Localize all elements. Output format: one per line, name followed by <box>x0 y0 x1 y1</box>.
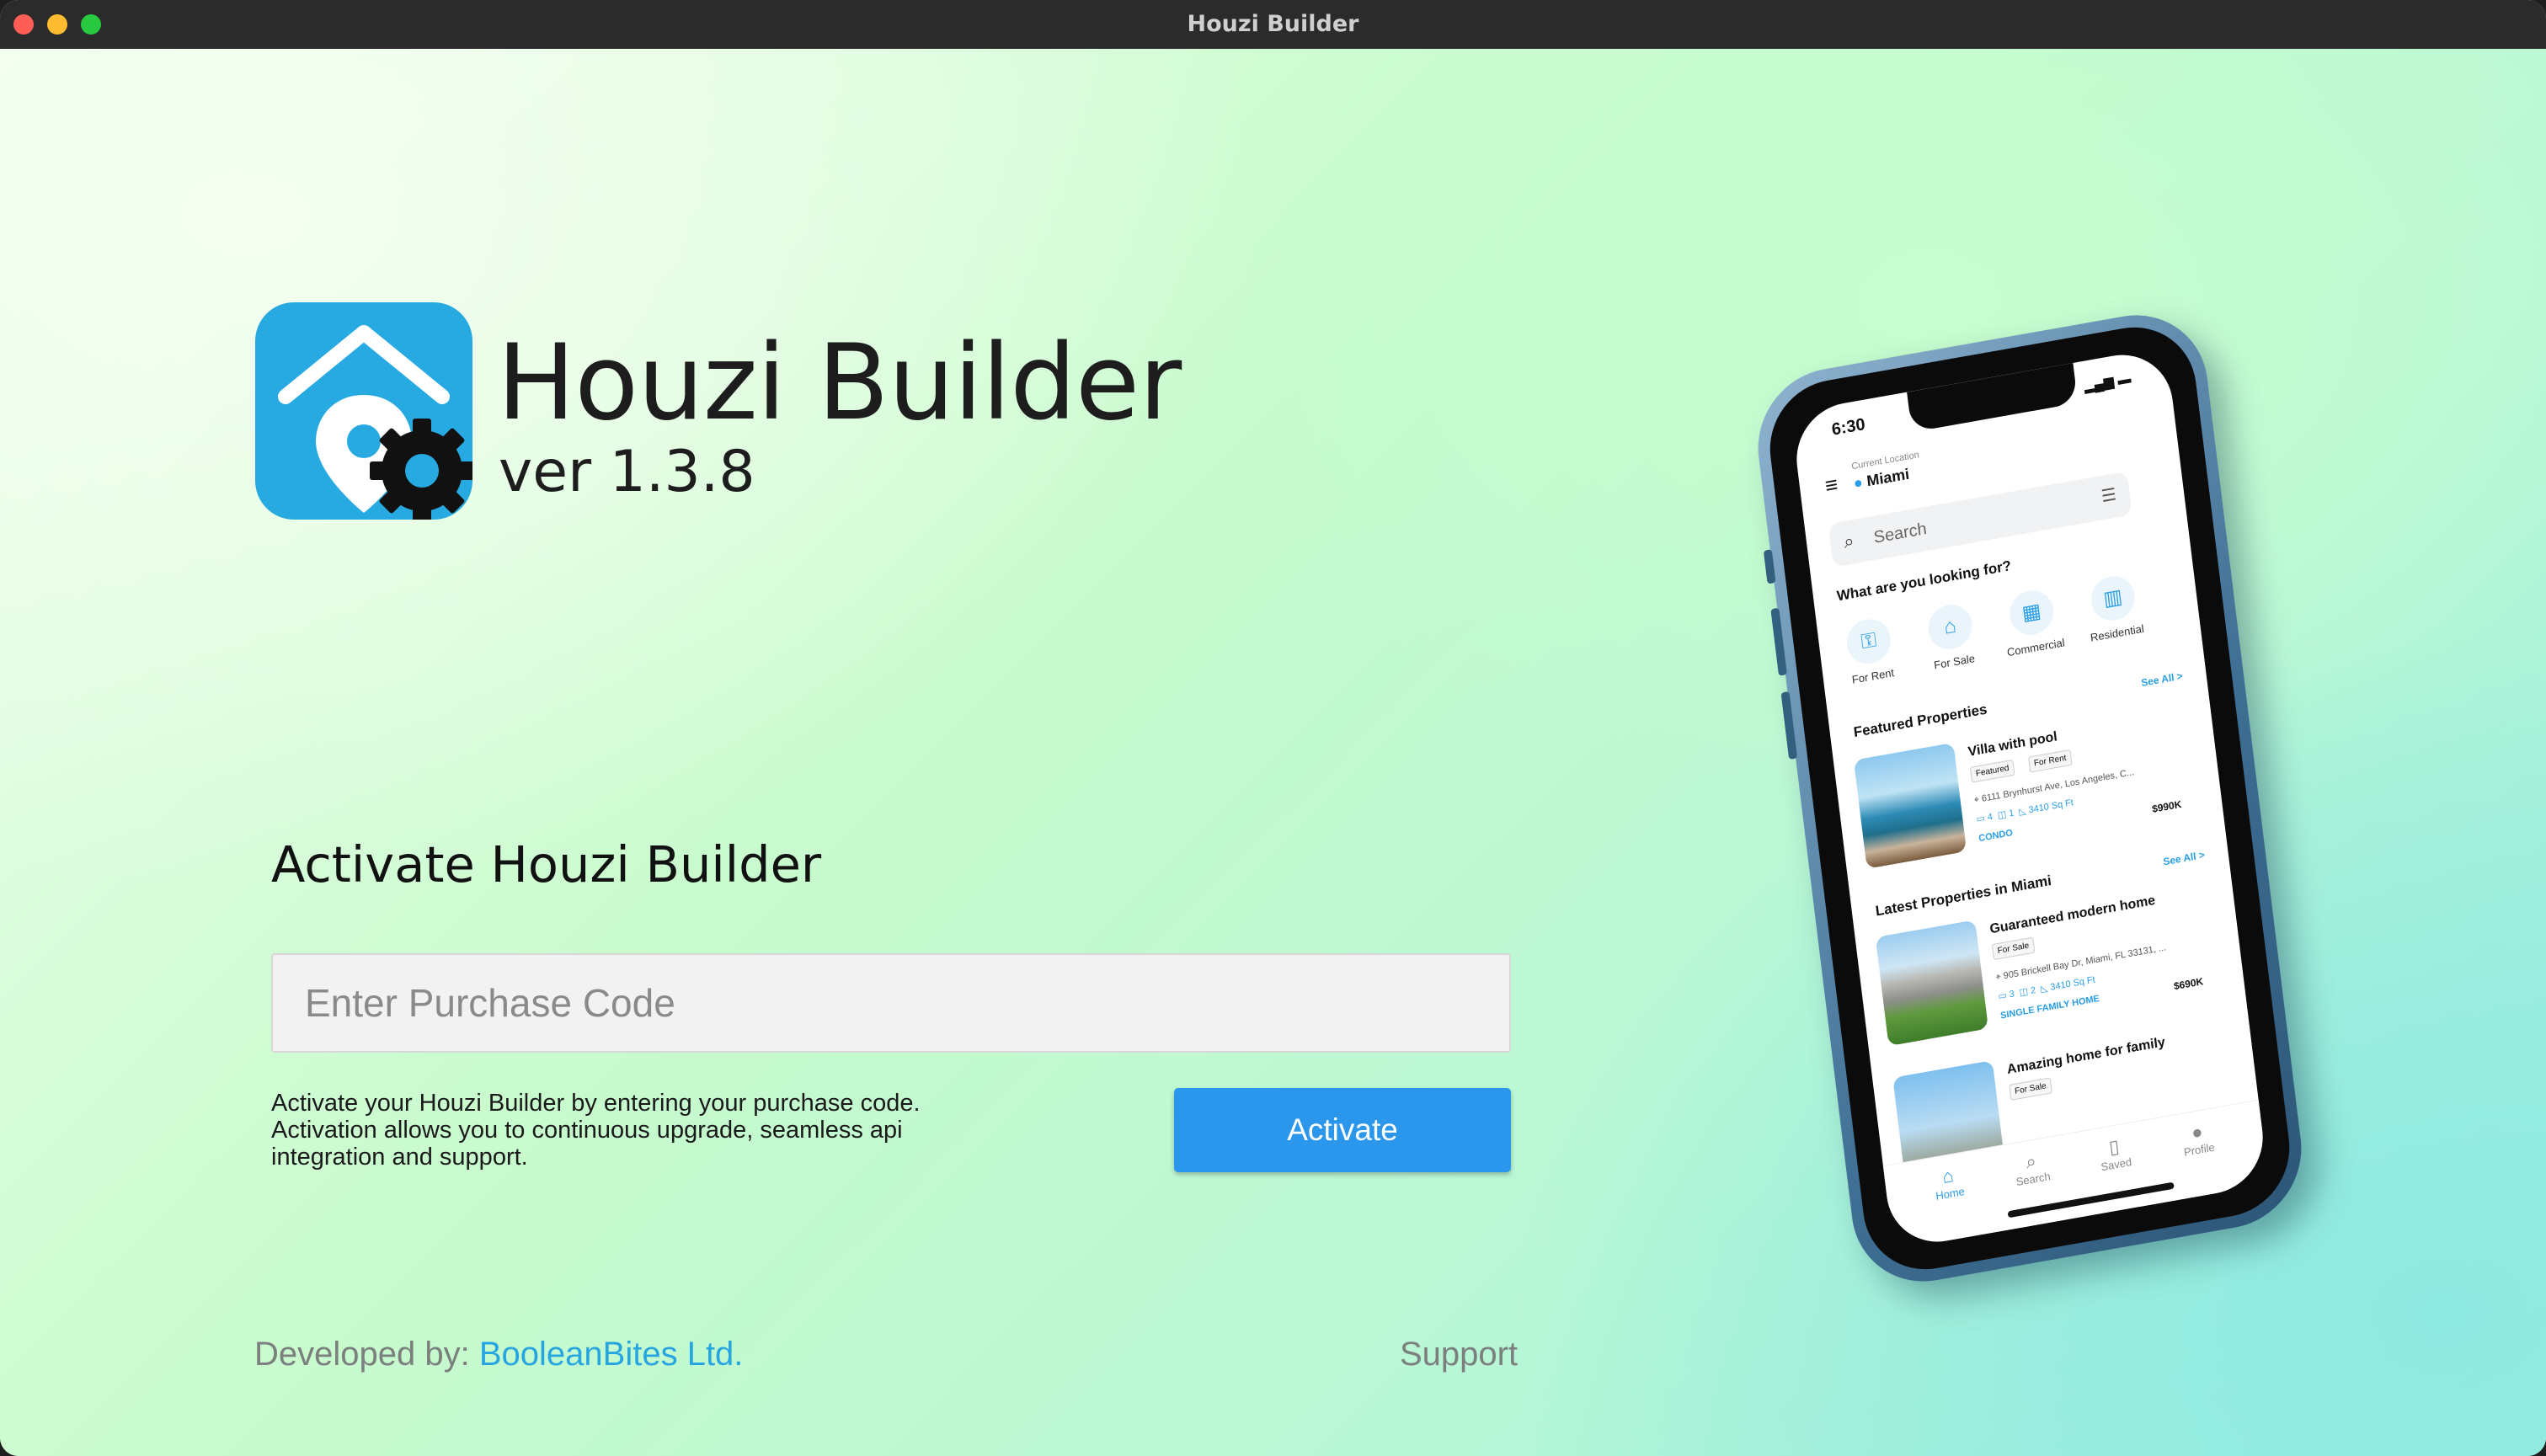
phone-screen: 6:30 ▂▄▆ ▬ ≡ Current Location ● Miami ⌕ … <box>1791 346 2269 1251</box>
property-tag: Featured <box>1969 759 2015 783</box>
signal-battery-icon: ▂▄▆ ▬ <box>2083 371 2132 394</box>
house-location-gear-icon <box>255 302 472 520</box>
baths-count: 2 <box>2030 984 2036 996</box>
bed-icon: ▭ <box>1975 813 1986 825</box>
area-icon: ◺ <box>2040 983 2049 995</box>
area-value: 3410 Sq Ft <box>2049 974 2096 993</box>
developer-credit: Developed by: BooleanBites Ltd. <box>254 1336 743 1373</box>
property-image <box>1875 920 1988 1047</box>
category-label: Commercial <box>2006 636 2066 659</box>
category-residential: ▥ Residential <box>2073 570 2155 646</box>
property-tag: For Sale <box>1991 936 2036 961</box>
featured-title: Featured Properties <box>1852 701 1988 741</box>
house-icon: ⌂ <box>1925 601 1975 653</box>
store-icon: ▦ <box>2007 587 2056 638</box>
activation-title: Activate Houzi Builder <box>271 835 822 893</box>
phone-bezel: 6:30 ▂▄▆ ▬ ≡ Current Location ● Miami ⌕ … <box>1762 317 2298 1280</box>
developer-link[interactable]: BooleanBites Ltd. <box>479 1336 744 1373</box>
property-price: $690K <box>2173 975 2204 993</box>
phone-time: 6:30 <box>1830 414 1866 440</box>
location-name: Miami <box>1865 465 1911 490</box>
property-title: Guaranteed modern home <box>1988 893 2157 937</box>
hamburger-menu-icon: ≡ <box>1823 471 1839 499</box>
phone-side-button <box>1763 549 1776 584</box>
tab-saved: ▯ Saved <box>2075 1130 2154 1177</box>
bath-icon: ◫ <box>1997 809 2007 821</box>
pin-icon: ⌖ <box>1973 794 1980 806</box>
beds-count: 4 <box>1987 812 1994 823</box>
tab-search: ⌕ Search <box>1993 1144 2072 1192</box>
developed-by-label: Developed by: <box>254 1336 470 1373</box>
phone-notch <box>1907 362 2079 433</box>
search-icon: ⌕ <box>1842 530 1855 553</box>
tab-profile: ● Profile <box>2159 1115 2238 1162</box>
bed-icon: ▭ <box>1997 990 2008 1002</box>
bath-icon: ◫ <box>2019 986 2029 999</box>
property-tag: For Sale <box>2009 1077 2052 1101</box>
phone-side-button <box>1770 607 1787 676</box>
phone-side-button <box>1780 691 1798 760</box>
property-tag: For Rent <box>2027 749 2073 773</box>
support-link[interactable]: Support <box>1400 1336 1518 1373</box>
phone-preview: 6:30 ▂▄▆ ▬ ≡ Current Location ● Miami ⌕ … <box>1749 303 2310 1293</box>
app-window: Houzi Builder Houzi Builder ver 1.3.8 Ac… <box>0 0 2546 1456</box>
property-title: Amazing home for family <box>2006 1035 2166 1078</box>
category-commercial: ▦ Commercial <box>1992 584 2074 660</box>
category-label: For Sale <box>1933 652 1976 672</box>
area-value: 3410 Sq Ft <box>2027 797 2074 816</box>
baths-count: 1 <box>2008 808 2015 819</box>
home-indicator <box>2007 1181 2175 1219</box>
main-content: Houzi Builder ver 1.3.8 Activate Houzi B… <box>0 49 2546 1456</box>
building-icon: ▥ <box>2088 573 2138 624</box>
activate-button[interactable]: Activate <box>1174 1088 1511 1172</box>
category-for-rent: ⚿ For Rent <box>1828 613 1911 689</box>
activation-description: Activate your Houzi Builder by entering … <box>271 1090 921 1171</box>
property-price: $990K <box>2151 797 2183 815</box>
title-bar: Houzi Builder <box>0 0 2546 50</box>
pin-icon: ● <box>1852 473 1864 493</box>
app-version: ver 1.3.8 <box>499 439 755 505</box>
pin-icon: ⌖ <box>1994 971 2002 983</box>
beds-count: 3 <box>2009 989 2015 1000</box>
key-icon: ⚿ <box>1844 616 1893 667</box>
section-looking-title: What are you looking for? <box>1835 557 2012 605</box>
window-title: Houzi Builder <box>1187 11 1359 37</box>
phone-frame: 6:30 ▂▄▆ ▬ ≡ Current Location ● Miami ⌕ … <box>1749 303 2310 1293</box>
filter-icon: ☰ <box>2100 485 2118 507</box>
category-for-sale: ⌂ For Sale <box>1910 599 1993 675</box>
area-icon: ◺ <box>2018 806 2027 818</box>
property-type: CONDO <box>1978 828 2014 845</box>
category-label: Residential <box>2090 621 2145 644</box>
app-name: Houzi Builder <box>497 323 1182 444</box>
property-image <box>1853 742 1967 869</box>
featured-see-all: See All > <box>2140 669 2184 690</box>
purchase-code-input[interactable] <box>271 953 1511 1053</box>
latest-see-all: See All > <box>2162 848 2206 868</box>
phone-search-placeholder: Search <box>1872 519 1928 547</box>
category-label: For Rent <box>1851 666 1895 686</box>
tab-home: ⌂ Home <box>1909 1159 1988 1206</box>
